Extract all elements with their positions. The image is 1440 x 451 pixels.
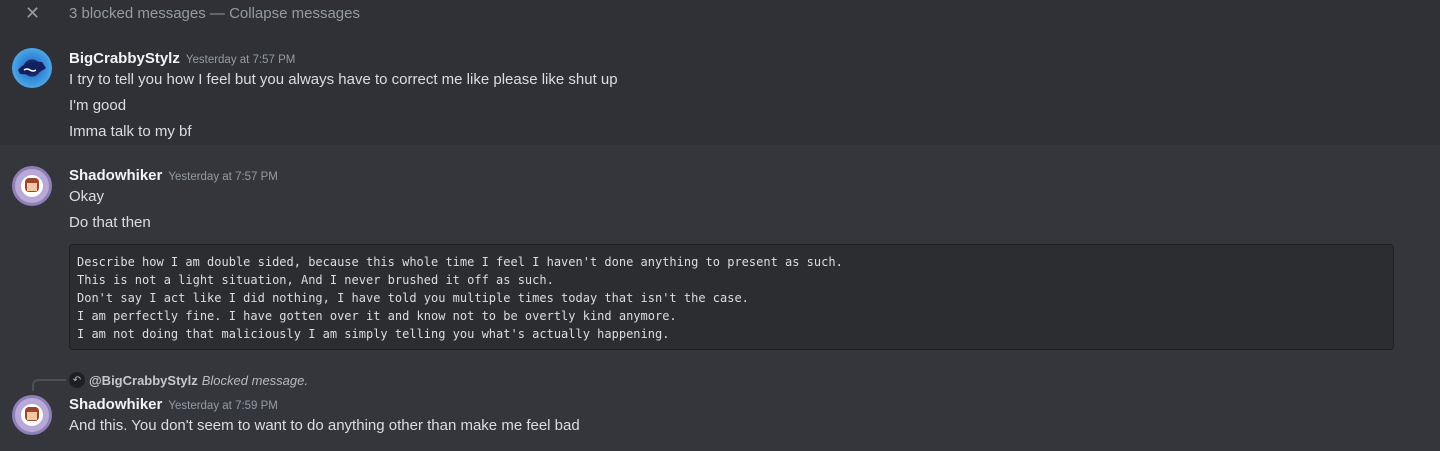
reply-icon: ↶ <box>69 372 85 388</box>
author-name[interactable]: Shadowhiker <box>69 167 162 184</box>
message-text: I try to tell you how I feel but you alw… <box>69 71 618 88</box>
reply-mention[interactable]: @BigCrabbyStylz <box>89 373 198 388</box>
author-name[interactable]: BigCrabbyStylz <box>69 50 180 67</box>
avatar[interactable] <box>12 395 52 435</box>
message-timestamp: Yesterday at 7:57 PM <box>168 171 278 183</box>
avatar-image <box>21 404 43 426</box>
avatar[interactable] <box>12 166 52 206</box>
reply-reference[interactable]: ↶ @BigCrabbyStylz Blocked message. <box>69 372 308 388</box>
message-author[interactable]: Shadowhiker Yesterday at 7:57 PM <box>69 167 278 184</box>
message-text: Okay <box>69 188 105 205</box>
message-timestamp: Yesterday at 7:57 PM <box>185 54 296 66</box>
avatar-image <box>21 175 43 197</box>
message-text: Imma talk to my bf <box>69 123 192 140</box>
avatar[interactable] <box>12 48 52 88</box>
code-block: Describe how I am double sided, because … <box>69 244 1394 350</box>
collapse-blocked-messages[interactable]: 3 blocked messages — Collapse messages <box>69 5 360 22</box>
message-text: Do that then <box>69 214 151 231</box>
message-text: I'm good <box>69 97 127 114</box>
reply-text: Blocked message. <box>201 372 308 388</box>
author-name[interactable]: Shadowhiker <box>69 396 162 413</box>
message-author[interactable]: BigCrabbyStylz Yesterday at 7:57 PM <box>69 50 295 67</box>
message-timestamp: Yesterday at 7:59 PM <box>168 400 278 412</box>
message-text: And this. You don't seem to want to do a… <box>69 417 580 434</box>
reply-spine <box>32 379 66 391</box>
close-icon[interactable]: ✕ <box>25 3 40 24</box>
blocked-messages-group: ✕ 3 blocked messages — Collapse messages… <box>0 0 1440 145</box>
avatar-image <box>18 61 46 75</box>
message-author[interactable]: Shadowhiker Yesterday at 7:59 PM <box>69 396 278 413</box>
